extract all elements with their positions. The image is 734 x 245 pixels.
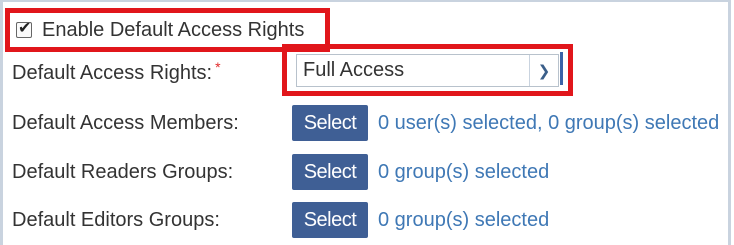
default-access-members-row: Default Access Members:	[12, 105, 239, 141]
default-editors-groups-select-button[interactable]: Select	[292, 202, 368, 238]
default-access-rights-highlight: Full Access ❯	[282, 44, 573, 96]
default-editors-groups-controls: Select 0 group(s) selected	[292, 202, 549, 238]
default-readers-groups-row: Default Readers Groups:	[12, 154, 233, 190]
default-access-rights-label: Default Access Rights:	[12, 61, 213, 84]
default-access-members-status[interactable]: 0 user(s) selected, 0 group(s) selected	[378, 112, 719, 135]
default-readers-groups-controls: Select 0 group(s) selected	[292, 154, 549, 190]
required-marker: *	[215, 59, 221, 75]
default-access-members-select-button[interactable]: Select	[292, 105, 368, 141]
default-editors-groups-label: Default Editors Groups:	[12, 208, 220, 231]
enable-default-access-checkbox[interactable]: ✔	[16, 18, 32, 38]
default-readers-groups-label: Default Readers Groups:	[12, 160, 234, 183]
default-readers-groups-status[interactable]: 0 group(s) selected	[378, 161, 549, 184]
default-editors-groups-status[interactable]: 0 group(s) selected	[378, 209, 549, 232]
default-access-rights-row: Default Access Rights: *	[12, 55, 221, 91]
default-readers-groups-select-button[interactable]: Select	[292, 154, 368, 190]
checkmark-icon: ✔	[18, 18, 32, 37]
default-access-members-controls: Select 0 user(s) selected, 0 group(s) se…	[292, 105, 719, 141]
default-editors-groups-row: Default Editors Groups:	[12, 202, 220, 238]
chevron-down-icon[interactable]: ❯	[529, 55, 558, 86]
enable-default-access-label[interactable]: Enable Default Access Rights	[42, 19, 304, 42]
default-access-rights-select[interactable]: Full Access ❯	[296, 52, 563, 87]
default-access-members-label: Default Access Members:	[12, 111, 239, 134]
select-edge-bar	[560, 52, 563, 85]
default-access-rights-value: Full Access	[303, 59, 405, 81]
